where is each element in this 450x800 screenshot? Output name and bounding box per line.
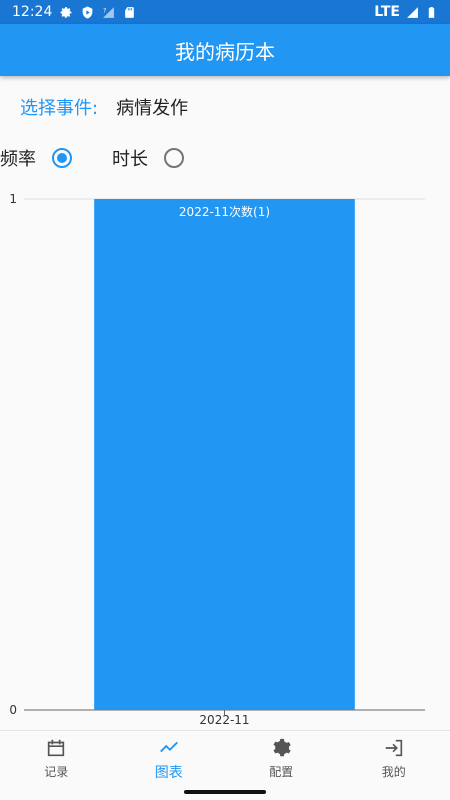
signal-question-icon: ? — [103, 6, 115, 18]
y-tick-label: 1 — [9, 192, 17, 206]
network-type: LTE — [374, 4, 400, 20]
y-tick-label: 0 — [9, 703, 17, 717]
status-time: 12:24 — [12, 4, 53, 20]
x-tick-label: 2022-11 — [199, 713, 249, 727]
status-bar: 12:24 ? LTE — [0, 0, 450, 24]
radio-label-frequency: 频率 — [0, 149, 36, 170]
nav-item-config[interactable]: 配置 — [225, 731, 338, 786]
chart-area: 0 1 2022-11次数(1) 2022-11 — [0, 185, 450, 730]
calendar-icon — [48, 739, 65, 757]
sd-card-icon — [125, 6, 135, 18]
login-icon — [385, 739, 402, 757]
bar-data-label: 2022-11次数(1) — [179, 204, 270, 219]
shield-play-icon — [82, 6, 93, 18]
radio-duration[interactable] — [164, 148, 184, 168]
gear-icon — [60, 6, 72, 18]
nav-label-charts: 图表 — [154, 764, 183, 781]
nav-label-config: 配置 — [269, 765, 294, 779]
page-title: 我的病历本 — [175, 39, 275, 64]
bar — [94, 199, 355, 710]
app-bar: 我的病历本 — [0, 24, 450, 76]
mode-radio-group: 频率 时长 — [0, 142, 184, 174]
nav-label-mine: 我的 — [381, 765, 406, 779]
bar-chart: 0 1 2022-11次数(1) 2022-11 — [9, 192, 425, 727]
trend-icon — [159, 741, 178, 752]
bottom-navigation: 记录 图表 配置 我的 — [0, 730, 450, 786]
nav-label-records: 记录 — [44, 765, 69, 779]
gesture-bar — [184, 790, 266, 794]
nav-item-mine[interactable]: 我的 — [338, 731, 450, 786]
event-selector-label: 选择事件: — [20, 98, 99, 119]
svg-text:?: ? — [103, 7, 106, 14]
radio-frequency[interactable] — [52, 148, 72, 168]
event-selector: 选择事件: 病情发作 — [20, 92, 188, 122]
radio-label-duration: 时长 — [112, 149, 148, 170]
nav-item-charts[interactable]: 图表 — [113, 731, 226, 786]
event-selector-value[interactable]: 病情发作 — [116, 94, 188, 120]
gear-icon — [273, 738, 291, 757]
nav-item-records[interactable]: 记录 — [0, 731, 113, 786]
signal-icon — [407, 6, 418, 18]
battery-icon — [428, 6, 435, 18]
